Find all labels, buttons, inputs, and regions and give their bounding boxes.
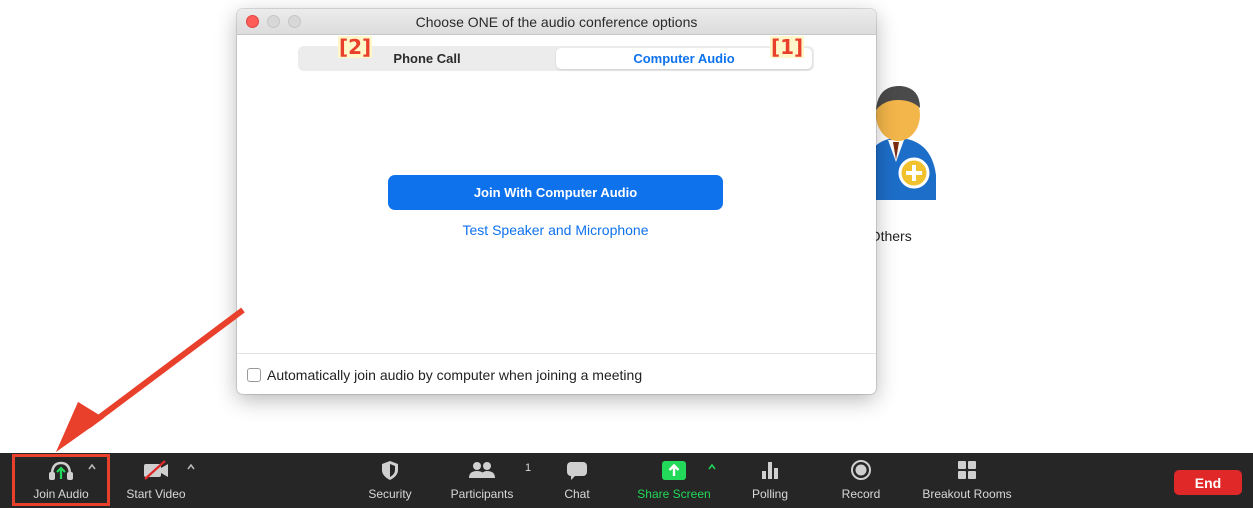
- video-options-chevron-up-icon[interactable]: [186, 462, 196, 472]
- polling-button[interactable]: Polling: [742, 453, 798, 508]
- people-icon: [469, 462, 495, 478]
- breakout-rooms-button[interactable]: Breakout Rooms: [912, 453, 1022, 508]
- test-speaker-microphone-link[interactable]: Test Speaker and Microphone: [388, 222, 723, 238]
- annotation-marker-1: [1]: [770, 35, 805, 59]
- polling-label: Polling: [751, 487, 789, 501]
- meeting-toolbar: Join Audio Start Video Security 1 Partic…: [0, 453, 1253, 508]
- auto-join-checkbox[interactable]: [247, 368, 261, 382]
- dialog-titlebar: Choose ONE of the audio conference optio…: [237, 9, 876, 35]
- shield-icon: [382, 461, 398, 480]
- join-with-computer-audio-button[interactable]: Join With Computer Audio: [388, 175, 723, 210]
- dialog-divider: [237, 353, 876, 354]
- start-video-button[interactable]: Start Video: [118, 453, 194, 508]
- end-meeting-button[interactable]: End: [1174, 470, 1242, 495]
- audio-options-dialog: Choose ONE of the audio conference optio…: [237, 9, 876, 394]
- record-button[interactable]: Record: [833, 453, 889, 508]
- participants-count: 1: [525, 462, 532, 474]
- start-video-label: Start Video: [126, 487, 186, 501]
- share-up-arrow-icon: [662, 461, 686, 480]
- share-options-chevron-up-icon[interactable]: [707, 462, 717, 472]
- chat-label: Chat: [564, 487, 590, 501]
- breakout-rooms-label: Breakout Rooms: [922, 487, 1012, 501]
- security-label: Security: [368, 487, 412, 501]
- join-audio-highlight-box: [12, 454, 110, 506]
- auto-join-label: Automatically join audio by computer whe…: [267, 367, 643, 383]
- chat-bubble-icon: [567, 462, 587, 480]
- share-screen-label: Share Screen: [637, 487, 711, 501]
- participants-button[interactable]: 1 Participants: [440, 453, 531, 508]
- chat-button[interactable]: Chat: [552, 453, 602, 508]
- audio-option-tabs: Phone Call Computer Audio: [298, 46, 814, 71]
- auto-join-audio-option[interactable]: Automatically join audio by computer whe…: [247, 367, 642, 383]
- video-off-icon: [144, 460, 168, 480]
- record-label: Record: [841, 487, 881, 501]
- participants-label: Participants: [450, 487, 514, 501]
- record-circle-icon: [851, 460, 871, 480]
- bar-chart-icon: [762, 462, 778, 479]
- dialog-title: Choose ONE of the audio conference optio…: [415, 14, 698, 30]
- zoom-meeting-window: e Others Choose ONE of the audio confere…: [0, 0, 1253, 508]
- grid-icon: [958, 461, 976, 479]
- annotation-marker-2: [2]: [338, 35, 373, 59]
- security-button[interactable]: Security: [362, 453, 418, 508]
